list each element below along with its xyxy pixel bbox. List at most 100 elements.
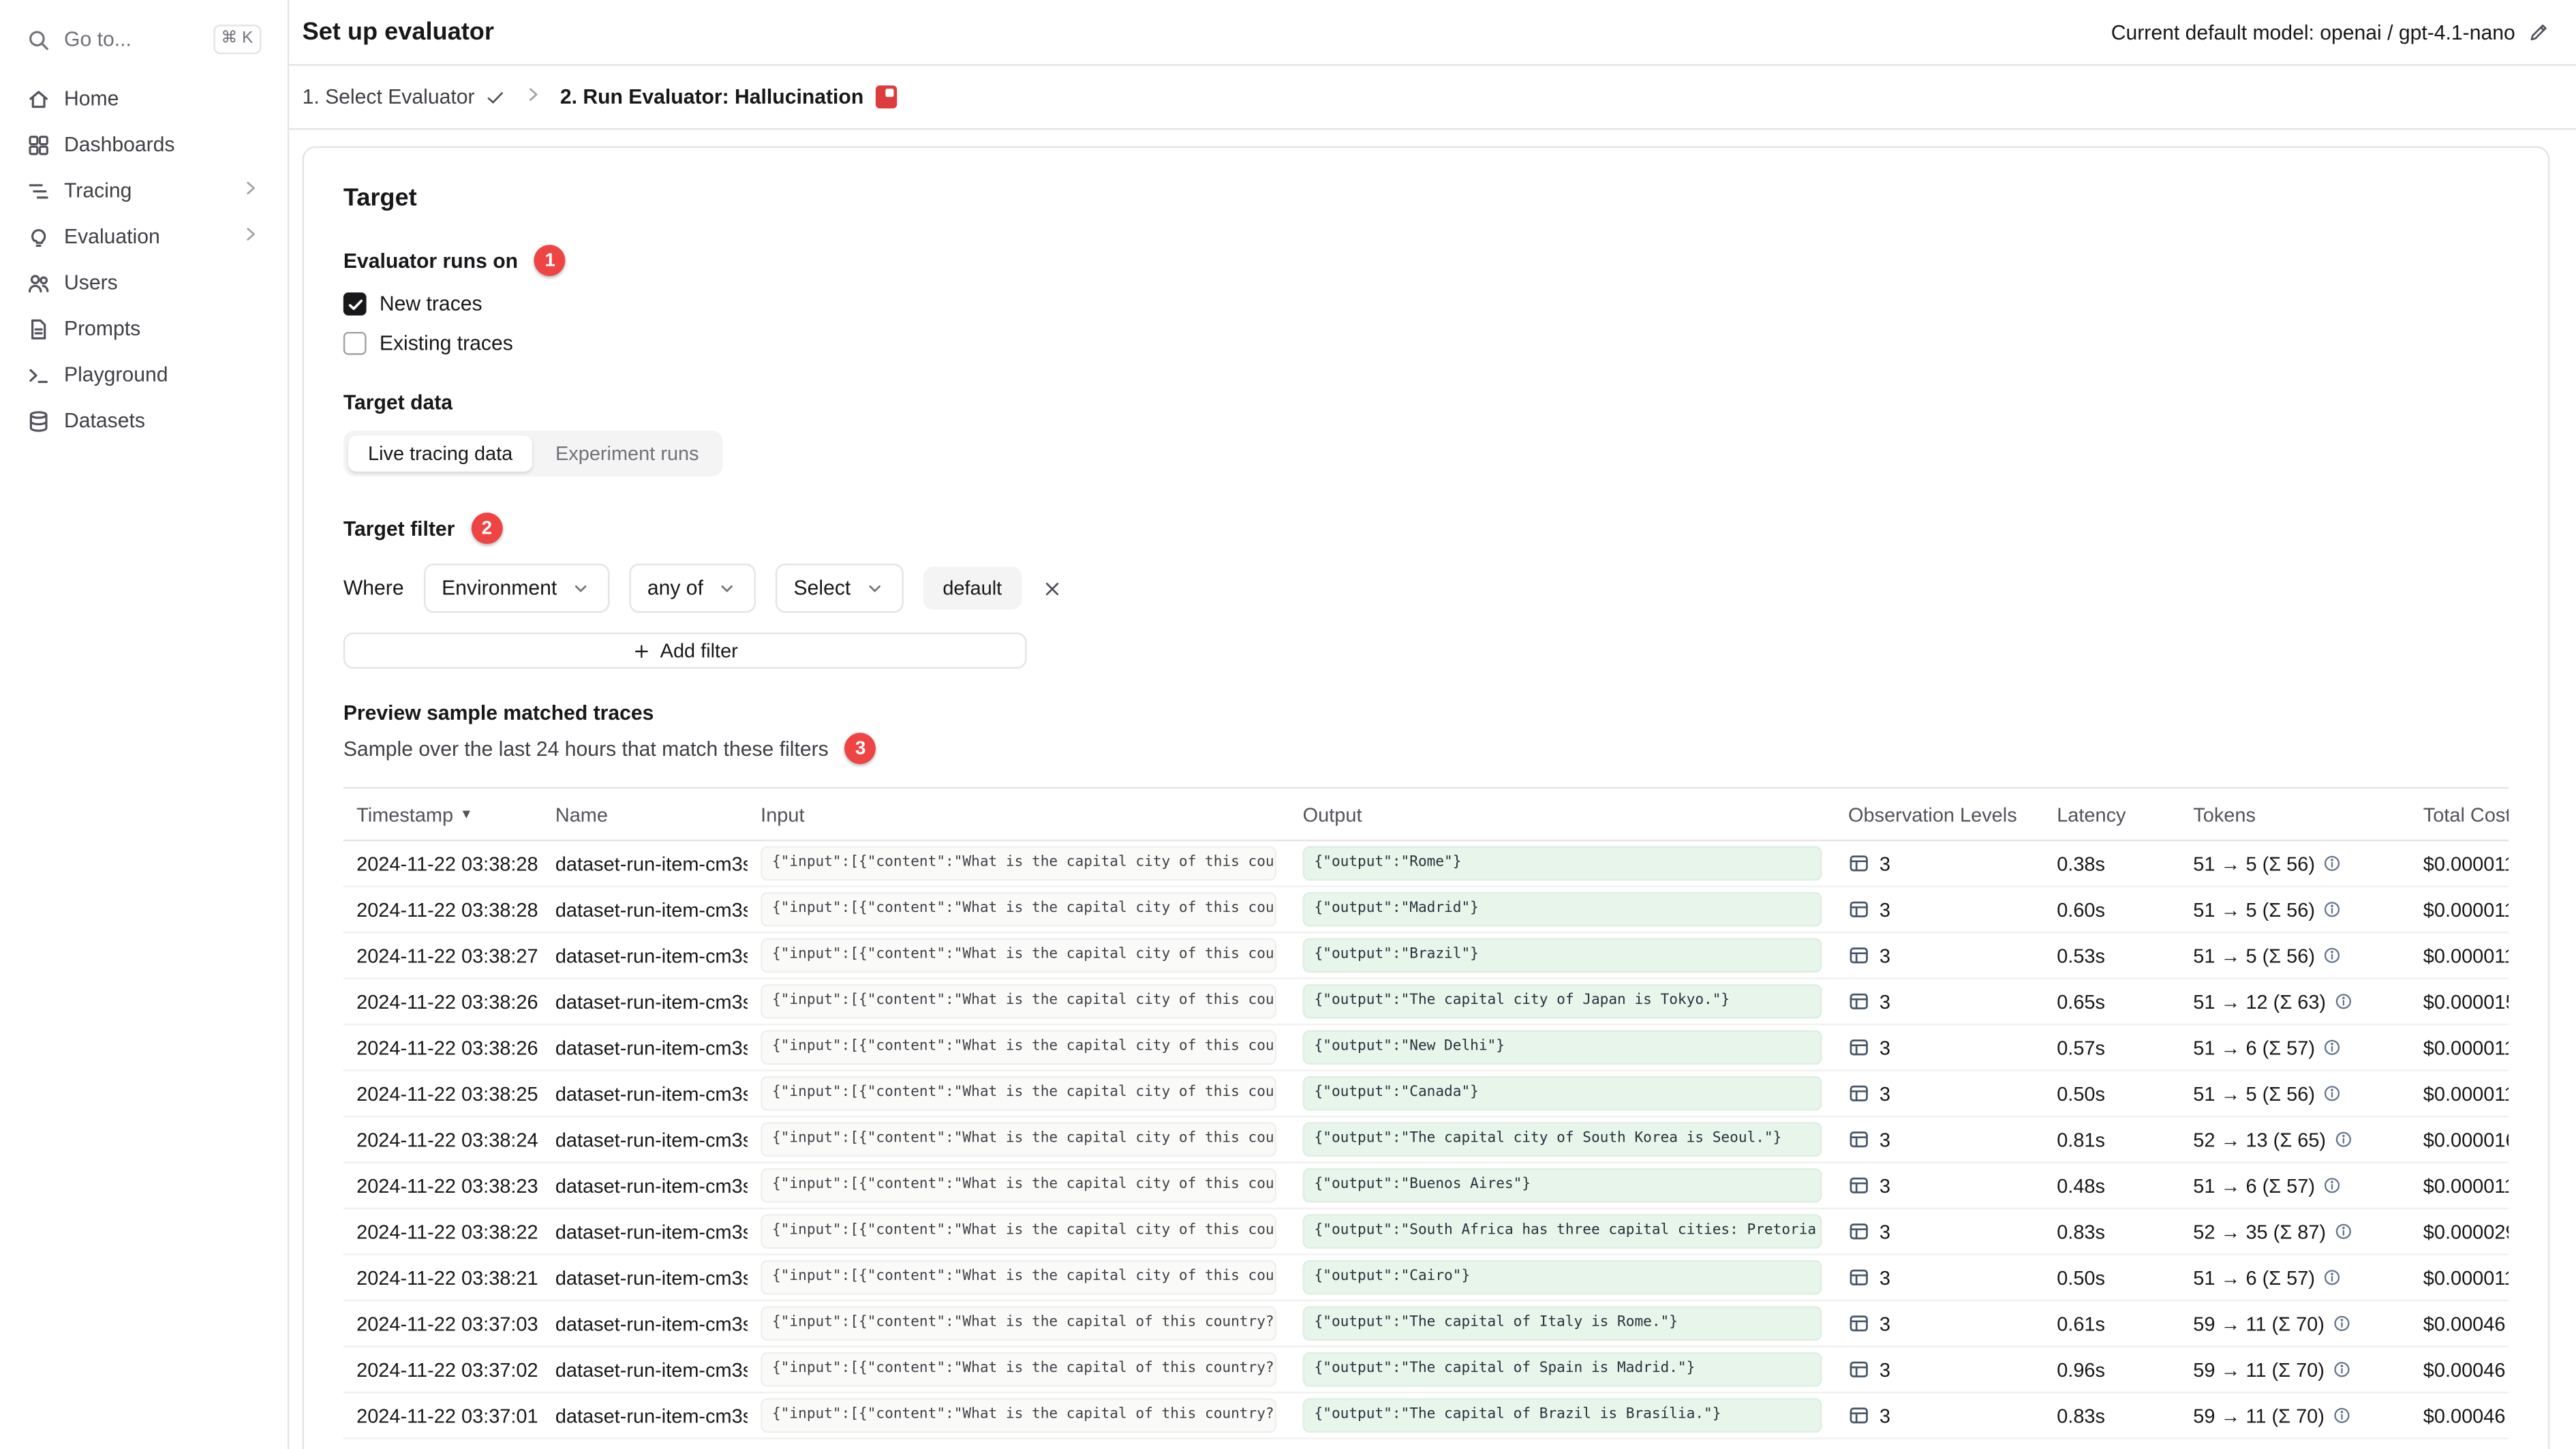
chevron-right-icon: [247, 228, 255, 241]
target-data-label: Target data: [343, 391, 453, 414]
observation-levels-icon: [1850, 1039, 1868, 1056]
cell-timestamp: 2024-11-22 03:38:23: [356, 1174, 538, 1198]
step-select-evaluator[interactable]: 1. Select Evaluator: [303, 85, 506, 108]
default-model: Current default model: openai / gpt-4.1-…: [2111, 20, 2550, 44]
cell-output: {"output":"Canada"}: [1289, 1076, 1835, 1111]
column-tokens: Tokens: [2193, 802, 2256, 826]
filter-value-chip: default: [923, 566, 1022, 610]
search-icon: [29, 30, 48, 50]
cell-name: dataset-run-item-cm3s4: [555, 1219, 748, 1243]
table-row[interactable]: 2024-11-22 03:38:28 dataset-run-item-cm3…: [343, 887, 2509, 934]
column-name: Name: [555, 802, 608, 826]
sidebar-item-label: Tracing: [64, 179, 132, 202]
table-row[interactable]: 2024-11-22 03:38:22 dataset-run-item-cm3…: [343, 1209, 2509, 1255]
observation-levels-icon: [1850, 855, 1868, 872]
remove-filter-button[interactable]: [1041, 577, 1062, 598]
column-output: Output: [1302, 802, 1362, 826]
sidebar-item-tracing[interactable]: Tracing: [13, 168, 274, 213]
table-row[interactable]: 2024-11-22 03:38:25 dataset-run-item-cm3…: [343, 1071, 2509, 1118]
table-row[interactable]: 2024-11-22 03:37:02 dataset-run-item-cm3…: [343, 1347, 2509, 1394]
annotation-badge-1: 1: [534, 245, 566, 276]
cell-total-cost: $0.000015: [2423, 990, 2509, 1013]
cell-output: {"output":"The capital city of South Kor…: [1289, 1123, 1835, 1157]
cell-name: dataset-run-item-cm3s4: [555, 1127, 748, 1151]
sidebar-item-users[interactable]: Users: [13, 260, 274, 305]
playground-terminal-icon: [29, 368, 48, 382]
table-row[interactable]: 2024-11-22 03:37:03 dataset-run-item-cm3…: [343, 1301, 2509, 1347]
cell-input: {"input":[{"content":"What is the capita…: [748, 1168, 1290, 1203]
plus-icon: [634, 644, 648, 658]
sidebar-nav: Home Dashboards Tracing Evaluation Users: [13, 76, 274, 444]
existing-traces-checkbox[interactable]: [343, 331, 367, 355]
table-row[interactable]: 2024-11-22 03:37:01 dataset-run-item-cm3…: [343, 1393, 2509, 1439]
cell-latency: 0.50s: [2057, 1266, 2105, 1290]
where-label: Where: [343, 577, 404, 600]
tokens-text: 59 → 11 (Σ 70): [2193, 1403, 2325, 1427]
observation-levels-count: 3: [1879, 851, 1890, 875]
annotation-badge-3: 3: [844, 733, 876, 764]
observation-levels-count: 3: [1879, 990, 1890, 1013]
cell-name: dataset-run-item-cm3s4: [555, 1035, 748, 1059]
sidebar-item-datasets[interactable]: Datasets: [13, 397, 274, 443]
sidebar-item-label: Home: [64, 87, 119, 110]
observation-levels-count: 3: [1879, 1266, 1890, 1290]
output-chip: {"output":"South Africa has three capita…: [1302, 1215, 1822, 1249]
info-icon: [2325, 1178, 2340, 1193]
existing-traces-option: Existing traces: [343, 331, 2509, 355]
sidebar-item-home[interactable]: Home: [13, 76, 274, 121]
cell-timestamp: 2024-11-22 03:37:03: [356, 1311, 538, 1335]
table-row[interactable]: 2024-11-22 03:38:26 dataset-run-item-cm3…: [343, 1025, 2509, 1071]
close-icon: [1045, 581, 1058, 595]
cell-name: dataset-run-item-cm3s4: [555, 1358, 748, 1382]
filter-operator-select[interactable]: any of: [629, 563, 756, 613]
cell-timestamp: 2024-11-22 03:38:26: [356, 1035, 538, 1059]
sidebar-item-playground[interactable]: Playground: [13, 352, 274, 397]
output-chip: {"output":"The capital city of Japan is …: [1302, 984, 1822, 1019]
sidebar-item-evaluation[interactable]: Evaluation: [13, 213, 274, 259]
sidebar-item-dashboards[interactable]: Dashboards: [13, 121, 274, 167]
hallucination-red-card-icon: [875, 85, 897, 109]
table-row[interactable]: 2024-11-22 03:38:21 dataset-run-item-cm3…: [343, 1255, 2509, 1302]
column-timestamp[interactable]: Timestamp ▼: [343, 803, 542, 826]
cell-timestamp: 2024-11-22 03:37:02: [356, 1358, 538, 1382]
global-search[interactable]: Go to... ⌘ K: [13, 16, 274, 62]
users-icon: [28, 274, 49, 292]
observation-levels-count: 3: [1879, 1035, 1890, 1059]
chevron-down-icon: [721, 584, 733, 592]
cell-output: {"output":"Madrid"}: [1289, 892, 1835, 927]
tab-experiment-runs[interactable]: Experiment runs: [536, 436, 718, 472]
cell-output: {"output":"South Africa has three capita…: [1289, 1215, 1835, 1249]
output-chip: {"output":"Rome"}: [1302, 846, 1822, 881]
new-traces-checkbox[interactable]: [343, 292, 367, 316]
tab-live-tracing-data[interactable]: Live tracing data: [348, 435, 533, 472]
cell-total-cost: $0.00046 (: [2423, 1403, 2509, 1427]
cell-total-cost: $0.000029: [2423, 1219, 2509, 1243]
tokens-text: 51 → 6 (Σ 57): [2193, 1266, 2315, 1290]
chevron-down-icon: [869, 584, 880, 592]
add-filter-button[interactable]: Add filter: [343, 632, 1027, 669]
filter-column-select[interactable]: Environment: [423, 563, 610, 613]
table-row[interactable]: 2024-11-22 03:38:27 dataset-run-item-cm3…: [343, 933, 2509, 979]
sidebar-item-prompts[interactable]: Prompts: [13, 305, 274, 351]
step1-label: 1. Select Evaluator: [302, 85, 475, 109]
filter-column-value: Environment: [442, 577, 557, 600]
tracing-waterfall-icon: [29, 183, 48, 198]
table-row[interactable]: 2024-11-22 03:38:26 dataset-run-item-cm3…: [343, 979, 2509, 1026]
observation-levels-icon: [1850, 1269, 1868, 1285]
step-run-evaluator[interactable]: 2. Run Evaluator: Hallucination: [560, 85, 897, 109]
info-icon: [2325, 902, 2340, 917]
observation-levels-count: 3: [1879, 1174, 1890, 1198]
tokens-text: 51 → 5 (Σ 56): [2193, 898, 2315, 921]
pencil-icon[interactable]: [2528, 21, 2549, 42]
table-row[interactable]: 2024-11-22 03:38:28 dataset-run-item-cm3…: [343, 841, 2509, 887]
cell-observation-levels: 3: [1835, 1082, 2044, 1105]
observation-levels-count: 3: [1879, 1311, 1890, 1335]
filter-value-select[interactable]: Select: [776, 563, 904, 613]
table-row[interactable]: 2024-11-22 03:38:24 dataset-run-item-cm3…: [343, 1117, 2509, 1163]
cell-name: dataset-run-item-cm3s4: [555, 1266, 748, 1290]
table-row[interactable]: 2024-11-22 03:38:23 dataset-run-item-cm3…: [343, 1163, 2509, 1210]
steps-breadcrumb: 1. Select Evaluator 2. Run Evaluator: Ha…: [289, 65, 2576, 130]
info-icon: [2325, 1270, 2340, 1285]
preview-subtitle-row: Sample over the last 24 hours that match…: [343, 733, 2509, 764]
info-icon: [2325, 1039, 2340, 1055]
